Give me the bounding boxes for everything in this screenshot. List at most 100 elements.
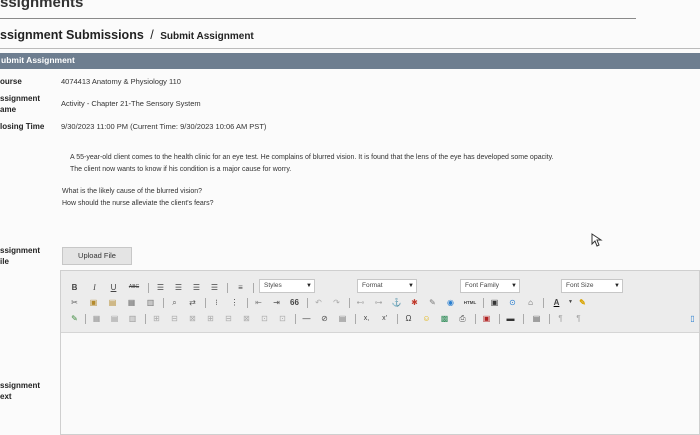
horizontal-rule-icon[interactable]: —: [301, 313, 312, 324]
copy-icon[interactable]: ▣: [88, 297, 99, 308]
page-break-icon[interactable]: ▤: [531, 313, 542, 324]
breadcrumb: ssignment Submissions / Submit Assignmen…: [0, 28, 254, 42]
justify-icon[interactable]: ☰: [209, 282, 220, 293]
font-size-dropdown-label: Font Size: [566, 282, 594, 289]
align-center-icon[interactable]: ☰: [173, 282, 184, 293]
italic-button[interactable]: I: [89, 282, 100, 293]
assignment-name-value: Activity - Chapter 21-The Sensory System: [61, 99, 201, 108]
non-breaking-space-icon[interactable]: ▬: [505, 313, 516, 324]
insert-col-before-icon[interactable]: ⊞: [205, 313, 216, 324]
remove-format-icon[interactable]: ⊘: [319, 313, 330, 324]
rich-text-editor: B I U ABC ☰ ☰ ☰ ☰ ≡ Styles ▼ Format ▼ Fo…: [60, 270, 700, 435]
align-left-icon[interactable]: ☰: [155, 282, 166, 293]
breadcrumb-main[interactable]: ssignment Submissions: [0, 28, 144, 42]
toolbar-separator: [145, 314, 146, 324]
background-color-icon[interactable]: ✎: [577, 297, 588, 308]
split-cells-icon[interactable]: ⊡: [259, 313, 270, 324]
merge-cells-icon[interactable]: ⊡: [277, 313, 288, 324]
toolbar-separator: [397, 314, 398, 324]
toolbar-separator: [253, 283, 254, 293]
assignment-file-label-2: ile: [0, 257, 9, 266]
cleanup-icon[interactable]: ✱: [409, 297, 420, 308]
visual-aid-icon[interactable]: ▤: [337, 313, 348, 324]
assignment-text-label-1: ssignment: [0, 381, 41, 390]
media-icon[interactable]: ◉: [445, 297, 456, 308]
mouse-cursor-icon: [591, 233, 603, 247]
find-icon[interactable]: ⌕: [169, 297, 180, 308]
bullet-list-icon[interactable]: ⁝: [211, 297, 222, 308]
paste-text-icon[interactable]: ▦: [126, 297, 137, 308]
superscript-button[interactable]: x': [379, 313, 390, 324]
toolbar-separator: [307, 298, 308, 308]
help-icon[interactable]: ✎: [427, 297, 438, 308]
html-source-button[interactable]: HTML: [462, 297, 478, 308]
link-icon[interactable]: ⊷: [355, 297, 366, 308]
indent-icon[interactable]: ⇥: [271, 297, 282, 308]
row-props-icon[interactable]: ▤: [109, 313, 120, 324]
toolbar-separator: [543, 298, 544, 308]
toolbar-separator: [227, 283, 228, 293]
blockquote-button[interactable]: 66: [289, 297, 300, 308]
unlink-icon[interactable]: ⊶: [373, 297, 384, 308]
align-full-icon[interactable]: ≡: [235, 282, 246, 293]
toolbar-separator: [499, 314, 500, 324]
text-color-chevron-icon[interactable]: ▼: [565, 297, 576, 308]
underline-button[interactable]: U: [108, 282, 119, 293]
assignment-text-label-2: ext: [0, 392, 12, 401]
cell-props-icon[interactable]: ▥: [127, 313, 138, 324]
replace-icon[interactable]: ⇄: [187, 297, 198, 308]
chevron-down-icon: ▼: [306, 283, 312, 289]
redo-icon[interactable]: ↷: [331, 297, 342, 308]
upload-file-button[interactable]: Upload File: [62, 247, 132, 265]
toolbar-row-3: ✎ ▦ ▤ ▥ ⊞ ⊟ ⊠ ⊞ ⊟ ⊠ ⊡ ⊡ — ⊘ ▤ x, x' Ω ☺ …: [67, 313, 699, 327]
fullscreen-icon[interactable]: ⌂: [525, 297, 536, 308]
paste-word-icon[interactable]: ▥: [145, 297, 156, 308]
table-icon[interactable]: ▦: [91, 313, 102, 324]
assignment-name-label-1: ssignment: [0, 94, 41, 103]
insert-row-after-icon[interactable]: ⊟: [169, 313, 180, 324]
strikethrough-button[interactable]: ABC: [126, 282, 142, 293]
breadcrumb-current: Submit Assignment: [160, 31, 254, 42]
delete-row-icon[interactable]: ⊠: [187, 313, 198, 324]
bold-button[interactable]: B: [69, 282, 80, 293]
assignment-text-input[interactable]: [61, 334, 699, 434]
font-family-dropdown[interactable]: Font Family ▼: [460, 279, 520, 293]
print-icon[interactable]: ⎙: [457, 313, 468, 324]
format-dropdown-label: Format: [362, 282, 383, 289]
styles-dropdown[interactable]: Styles ▼: [259, 279, 315, 293]
question-1: What is the likely cause of the blurred …: [62, 188, 203, 195]
rtl-icon[interactable]: ¶: [573, 313, 584, 324]
numbered-list-icon[interactable]: ⋮: [229, 297, 240, 308]
text-color-button[interactable]: A: [551, 297, 562, 308]
toolbar-separator: [205, 298, 206, 308]
outdent-icon[interactable]: ⇤: [253, 297, 264, 308]
breadcrumb-separator: /: [150, 28, 154, 42]
insert-col-after-icon[interactable]: ⊟: [223, 313, 234, 324]
undo-icon[interactable]: ↶: [313, 297, 324, 308]
toolbar-separator: [85, 314, 86, 324]
emoticon-icon[interactable]: ☺: [421, 313, 432, 324]
cut-icon[interactable]: ✂: [69, 297, 80, 308]
insert-media-icon[interactable]: ▩: [439, 313, 450, 324]
image-icon[interactable]: ▣: [481, 313, 492, 324]
paste-icon[interactable]: ▤: [107, 297, 118, 308]
insert-row-before-icon[interactable]: ⊞: [151, 313, 162, 324]
format-dropdown[interactable]: Format ▼: [357, 279, 417, 293]
align-right-icon[interactable]: ☰: [191, 282, 202, 293]
font-size-dropdown[interactable]: Font Size ▼: [561, 279, 623, 293]
toolbar-separator: [148, 283, 149, 293]
anchor-icon[interactable]: ⚓: [391, 297, 402, 308]
assignment-name-label-2: ame: [0, 105, 17, 114]
ltr-icon[interactable]: ¶: [555, 313, 566, 324]
preview-icon[interactable]: ▣: [489, 297, 500, 308]
toolbar-separator: [163, 298, 164, 308]
toolbar-row-1: B I U ABC ☰ ☰ ☰ ☰ ≡ Styles ▼ Format ▼ Fo…: [67, 279, 699, 296]
toolbar-scroll-icon[interactable]: ▯: [687, 313, 698, 324]
chevron-down-icon: ▼: [614, 283, 620, 289]
spellcheck-icon[interactable]: ⊙: [507, 297, 518, 308]
toolbar-separator: [483, 298, 484, 308]
delete-col-icon[interactable]: ⊠: [241, 313, 252, 324]
subscript-button[interactable]: x,: [361, 313, 372, 324]
special-char-button[interactable]: Ω: [403, 313, 414, 324]
edit-icon[interactable]: ✎: [69, 313, 80, 324]
